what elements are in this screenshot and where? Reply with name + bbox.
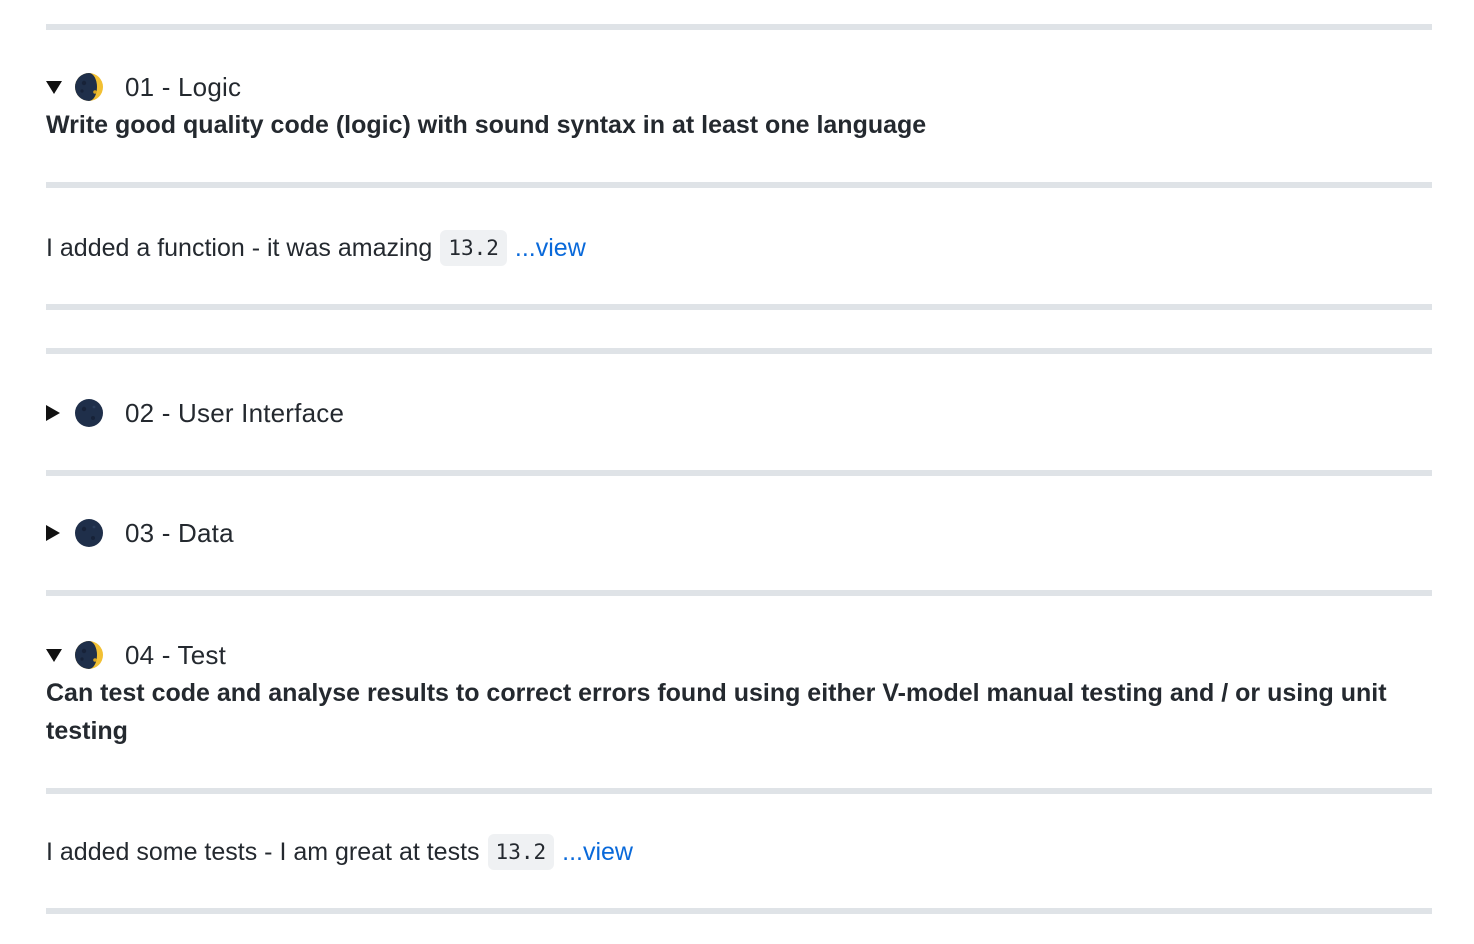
section-01-summary: 01 - Logic [125,72,242,102]
section-divider [46,788,1432,794]
section-01-entry: I added a function - it was amazing 13.2… [46,228,586,268]
section-01-description: Write good quality code (logic) with sou… [46,111,927,139]
section-divider [46,304,1432,310]
section-03-toggle[interactable]: 03 - Data [46,515,234,551]
entry-text: I added some tests - I am great at tests [46,837,480,866]
section-divider [46,590,1432,596]
section-02-summary: 02 - User Interface [125,398,345,428]
section-04-description: Can test code and analyse results to cor… [46,679,1387,745]
new-moon-icon [73,397,105,429]
new-moon-icon [73,517,105,549]
view-link[interactable]: ...view [515,234,586,263]
view-link[interactable]: ...view [562,838,633,867]
section-01-toggle[interactable]: 01 - Logic [46,69,241,105]
section-04-entry: I added some tests - I am great at tests… [46,832,633,872]
section-02-toggle[interactable]: 02 - User Interface [46,395,344,431]
first-quarter-moon-icon [73,639,105,671]
section-03-summary: 03 - Data [125,518,234,548]
section-04-toggle[interactable]: 04 - Test [46,637,226,673]
version-code: 13.2 [440,230,507,266]
section-divider [46,348,1432,354]
section-divider [46,470,1432,476]
triangle-right-icon [46,525,62,541]
section-divider [46,908,1432,914]
version-code: 13.2 [487,834,555,870]
section-divider [46,24,1432,30]
triangle-down-icon [46,647,62,663]
entry-text: I added a function - it was amazing [46,233,433,262]
section-04-summary: 04 - Test [125,640,227,670]
section-divider [46,182,1432,188]
first-quarter-moon-icon [73,71,105,103]
triangle-down-icon [46,79,62,95]
triangle-right-icon [46,405,62,421]
